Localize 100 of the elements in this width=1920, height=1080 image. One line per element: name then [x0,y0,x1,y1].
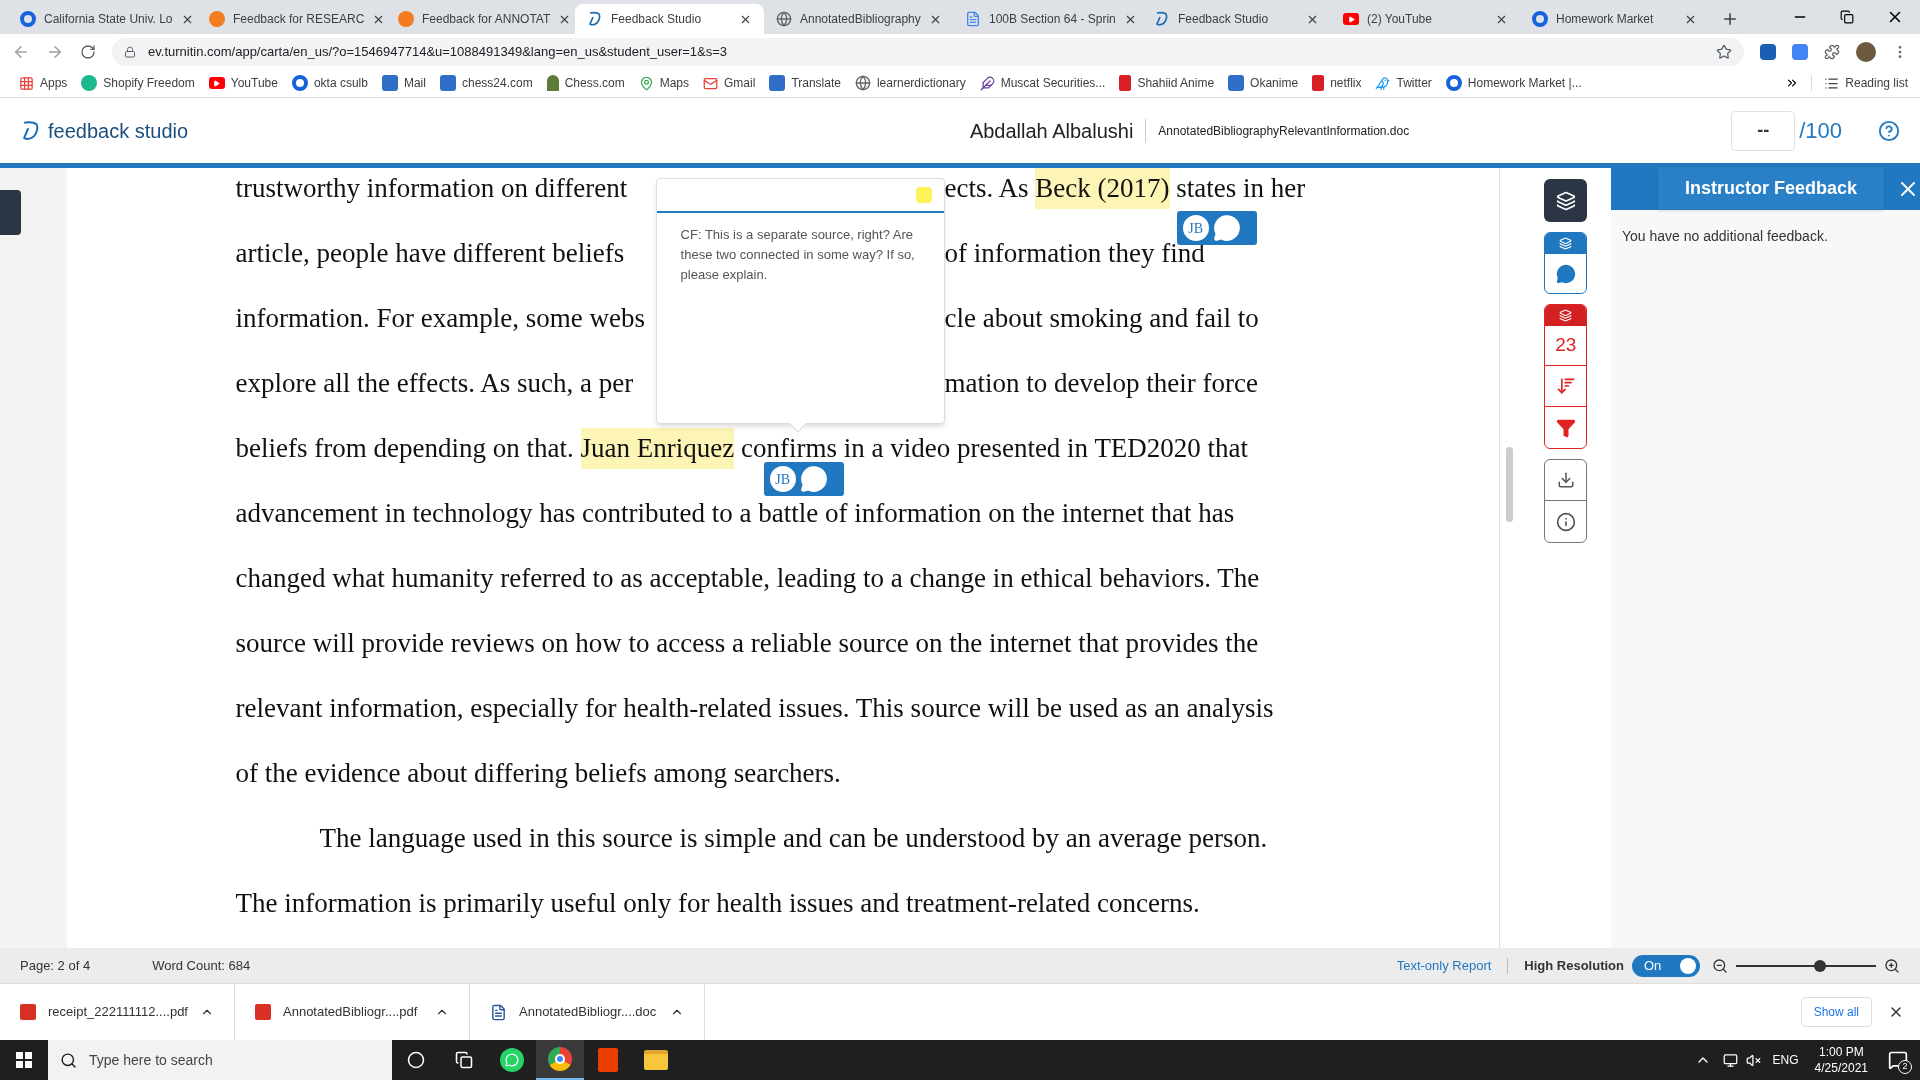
square-icon [1228,75,1245,91]
document-text: explore all the effects. As such, a per [235,367,634,401]
ring-icon [291,75,308,91]
ring-icon [20,11,36,27]
comment-text: CF: This is a separate source, right? Are these two connected in some way? If so, please explain. [679,226,916,284]
bookmark[interactable]: Translate [762,74,848,92]
zoom-in-icon[interactable] [1884,957,1900,974]
pin-icon [638,75,654,91]
bookmark[interactable]: Twitter [1368,74,1439,92]
bookmark[interactable]: learnerdictionary [847,74,973,92]
circle-icon[interactable] [407,1051,425,1069]
play-icon [1343,13,1359,25]
notification-button[interactable]: 2 [1876,1040,1920,1080]
bookmark[interactable]: Okanime [1221,74,1306,92]
text-only-report-link[interactable]: Text-only Report [1396,955,1492,976]
document-text: The information is primarily useful only for health issues and treatment-related concerns. [235,887,1200,921]
language-indicator[interactable]: ENG [1772,1051,1799,1069]
zoom-slider[interactable] [1736,958,1876,973]
mail-icon [703,75,719,91]
slider-thumb[interactable] [1814,959,1826,972]
clock-time[interactable]: 1:00 PM [1818,1044,1864,1060]
document-text: of the evidence about differing beliefs among searchers. [235,757,841,791]
muted-volume-icon[interactable] [1745,1052,1761,1068]
swirl-icon [1154,11,1170,27]
scrollbar-thumb[interactable] [1505,447,1513,522]
help-icon[interactable] [1878,119,1900,142]
document-text: states in her [1175,172,1306,206]
network-icon[interactable] [1722,1052,1738,1068]
new-tab-icon[interactable] [1721,10,1739,28]
tab-title: Feedback Studio [1178,11,1270,28]
resolution-toggle[interactable]: On [1632,954,1700,977]
star-icon[interactable] [1716,43,1732,60]
bookmark[interactable]: Shahiid Anime [1112,74,1222,92]
address-bar[interactable]: ev.turnitin.com/app/carta/en_us/?o=1546947714&u=1088491349&lang=en_us&student_user=1&s=3 [112,37,1744,66]
file-name: AnnotatedBibliogr....pdf [283,1003,419,1022]
taskbar-search-field[interactable]: Type here to search [48,1040,392,1080]
document-text: The language used in this source is simple and can be understood by an average person. [319,822,1268,856]
search-icon [60,1051,77,1069]
reading-list-link[interactable]: Reading list [1845,74,1908,92]
bookmark[interactable]: Mail [374,74,433,92]
task-view-icon[interactable] [455,1051,473,1069]
layers-icon [1559,237,1573,250]
layers-button[interactable] [1544,179,1588,222]
browser-icon[interactable] [548,1047,572,1071]
tab-title: California State Univ. Lo [44,11,173,28]
restore-icon[interactable] [1840,10,1854,24]
tab-title: Feedback for ANNOTAT [422,11,551,28]
feather-icon [979,75,995,91]
chat-app-icon[interactable] [500,1048,524,1072]
bookmark[interactable]: okta csulb [284,74,375,92]
tab-title: (2) YouTube [1367,11,1433,28]
show-all-button[interactable]: Show all [1800,997,1872,1027]
grid-icon [19,75,34,91]
document-text: article, people have different beliefs [235,237,625,271]
layers-icon [1559,309,1573,322]
comment-marker[interactable]: JB [763,462,844,496]
swirl-icon [587,11,603,27]
reload-icon[interactable] [80,43,96,60]
tab-title: Feedback for RESEARC [233,11,365,28]
document-text: changed what humanity referred to as acceptable, leading to a change in ethical behaviors. The [235,562,1260,596]
bookmark[interactable]: Maps [631,74,697,92]
bookmark[interactable]: Gmail [696,74,763,92]
extensions-icon[interactable] [1824,43,1840,60]
speech-bubble-icon [1212,214,1241,242]
document-icon [965,11,981,27]
play-icon [208,77,225,89]
sort-icon [1555,376,1576,396]
windows-logo-icon[interactable] [16,1052,32,1068]
file-name: receipt_222111112....pdf [48,1003,188,1022]
bookmark[interactable]: Chess.com [539,74,632,92]
document-text: information. For example, some webs [235,302,645,336]
bookmark[interactable]: Shopify Freedom [74,74,202,92]
square-icon [439,75,456,91]
bookmark[interactable]: netflix [1305,74,1369,92]
globe-icon [854,75,871,91]
bookmark[interactable]: Muscat Securities... [972,74,1113,92]
pdf-file-icon [255,1004,271,1020]
browser-tab[interactable]: Feedback Studio [575,4,764,34]
score-field[interactable]: -- [1731,110,1796,151]
bookmark[interactable]: Homework Market |... [1438,74,1589,92]
color-swatch[interactable] [915,187,932,203]
tab-title: 100B Section 64 - Sprin [989,11,1116,28]
bookmark[interactable]: YouTube [201,74,285,92]
bookmark[interactable]: chess24.com [432,74,540,92]
score-max: /100 [1799,117,1842,145]
side-tab-handle[interactable] [0,190,21,235]
extension-icon[interactable] [1760,43,1776,60]
taskbar-app[interactable] [536,1040,584,1080]
comment-marker[interactable]: JB [1176,211,1257,245]
avatar[interactable] [1856,41,1876,62]
square-icon [769,75,786,91]
document-text: beliefs from depending on that. [235,432,575,466]
bookmark[interactable]: Apps [12,74,75,92]
speech-bubble-icon [799,465,828,493]
document-text: cle about smoking and fail to [944,302,1259,336]
bird-icon [1375,75,1391,91]
extension-icon[interactable] [1792,43,1808,60]
speech-bubble-icon [1555,263,1576,284]
zoom-out-icon[interactable] [1712,957,1728,974]
clock-date[interactable]: 4/25/2021 [1814,1060,1868,1076]
